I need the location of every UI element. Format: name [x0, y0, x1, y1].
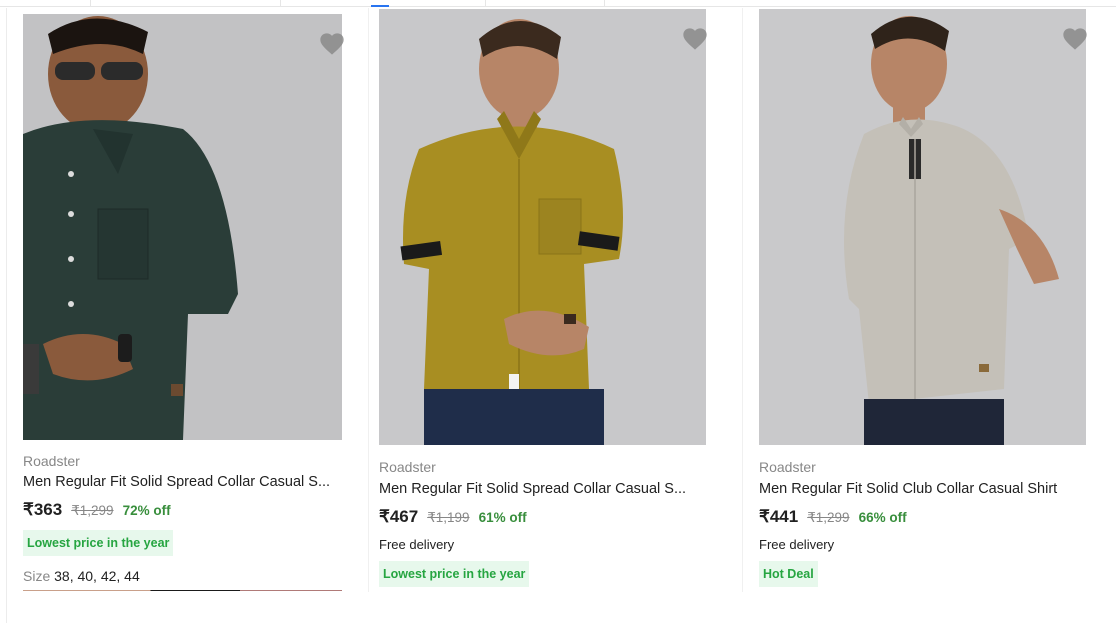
discount-percent: 66% off — [858, 510, 907, 525]
card-divider — [742, 8, 743, 592]
product-photo-illustration — [759, 9, 1086, 445]
top-tab-strip — [0, 0, 1116, 8]
product-card[interactable]: Roadster Men Regular Fit Solid Spread Co… — [379, 9, 709, 592]
heart-icon[interactable] — [1061, 25, 1089, 51]
selling-price: ₹363 — [23, 500, 63, 519]
product-brand: Roadster — [379, 459, 436, 475]
product-photo-illustration — [23, 14, 342, 440]
product-title[interactable]: Men Regular Fit Solid Club Collar Casual… — [759, 481, 1057, 497]
selling-price: ₹467 — [379, 507, 419, 526]
product-image[interactable] — [379, 9, 706, 445]
size-list: 38, 40, 42, 44 — [54, 568, 140, 584]
product-brand: Roadster — [759, 459, 816, 475]
active-tab-indicator — [371, 5, 389, 7]
product-title[interactable]: Men Regular Fit Solid Spread Collar Casu… — [23, 474, 330, 490]
available-sizes: Size 38, 40, 42, 44 — [23, 568, 140, 584]
original-price: ₹1,199 — [427, 510, 470, 525]
offer-badge: Lowest price in the year — [379, 561, 530, 587]
tab-strip-border — [0, 6, 1116, 7]
offer-badge: Lowest price in the year — [23, 530, 174, 556]
delivery-info: Free delivery — [759, 537, 835, 552]
card-footer-strip — [23, 590, 342, 591]
discount-percent: 72% off — [122, 503, 171, 518]
delivery-info: Free delivery — [379, 537, 455, 552]
selling-price: ₹441 — [759, 507, 799, 526]
original-price: ₹1,299 — [807, 510, 850, 525]
product-card[interactable]: Roadster Men Regular Fit Solid Club Coll… — [759, 9, 1089, 592]
card-divider — [368, 8, 369, 592]
product-photo-illustration — [379, 9, 706, 445]
original-price: ₹1,299 — [71, 503, 114, 518]
offer-badge: Hot Deal — [759, 561, 818, 587]
product-brand: Roadster — [23, 453, 80, 469]
product-image[interactable] — [759, 9, 1086, 445]
price-row: ₹363 ₹1,299 72% off — [23, 500, 171, 520]
discount-percent: 61% off — [478, 510, 527, 525]
product-title[interactable]: Men Regular Fit Solid Spread Collar Casu… — [379, 481, 686, 497]
price-row: ₹467 ₹1,199 61% off — [379, 507, 527, 527]
product-card[interactable]: Roadster Men Regular Fit Solid Spread Co… — [23, 14, 346, 592]
heart-icon[interactable] — [681, 25, 709, 51]
heart-icon[interactable] — [318, 30, 346, 56]
size-label: Size — [23, 568, 51, 584]
price-row: ₹441 ₹1,299 66% off — [759, 507, 907, 527]
left-border — [6, 8, 7, 623]
product-image[interactable] — [23, 14, 342, 440]
